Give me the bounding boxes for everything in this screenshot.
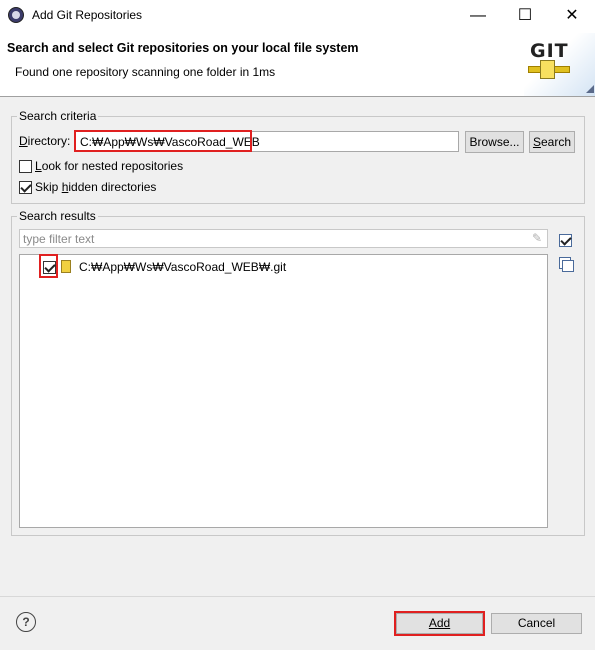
maximize-button[interactable]: ☐ — [502, 0, 548, 31]
repository-icon — [61, 260, 71, 273]
skip-hidden-checkbox[interactable] — [19, 181, 32, 194]
cancel-button[interactable]: Cancel — [491, 613, 582, 634]
deselect-all-icon[interactable] — [559, 257, 574, 272]
directory-highlight — [74, 130, 252, 152]
git-logo-text: GIT — [530, 40, 569, 62]
git-logo-icon: GIT — [524, 33, 595, 96]
select-all-icon[interactable] — [559, 234, 572, 247]
filter-placeholder: type filter text — [23, 232, 95, 246]
window-title: Add Git Repositories — [32, 8, 143, 22]
title-bar: Add Git Repositories — ☐ ✕ — [0, 0, 595, 31]
result-item-label: C:₩App₩Ws₩VascoRoad_WEB₩.git — [79, 260, 287, 274]
banner-subtitle: Found one repository scanning one folder… — [15, 65, 276, 79]
footer-divider — [0, 596, 595, 597]
search-button[interactable]: Search — [529, 131, 575, 153]
search-criteria-label: Search criteria — [17, 109, 99, 123]
minimize-button[interactable]: — — [455, 0, 501, 31]
nested-repos-checkbox[interactable] — [19, 160, 32, 173]
filter-input[interactable]: type filter text ✎ — [19, 229, 548, 248]
result-checkbox-highlight — [39, 254, 58, 278]
search-results-label: Search results — [17, 209, 98, 223]
wizard-banner: Search and select Git repositories on yo… — [0, 31, 595, 97]
banner-title: Search and select Git repositories on yo… — [7, 41, 359, 55]
git-logo-box — [540, 60, 555, 79]
directory-label: Directory: — [19, 134, 71, 148]
git-logo-corner — [586, 85, 594, 93]
eclipse-app-icon — [8, 7, 24, 23]
browse-button[interactable]: Browse... — [465, 131, 524, 153]
close-button[interactable]: ✕ — [549, 0, 595, 31]
results-tree[interactable]: C:₩App₩Ws₩VascoRoad_WEB₩.git — [19, 254, 548, 528]
nested-repos-label: Look for nested repositories — [35, 159, 184, 173]
help-icon[interactable]: ? — [16, 612, 36, 632]
skip-hidden-label: Skip hidden directories — [35, 180, 157, 194]
clear-filter-icon[interactable]: ✎ — [532, 231, 542, 245]
result-item[interactable]: C:₩App₩Ws₩VascoRoad_WEB₩.git — [41, 258, 541, 276]
add-button-highlight — [394, 611, 485, 636]
